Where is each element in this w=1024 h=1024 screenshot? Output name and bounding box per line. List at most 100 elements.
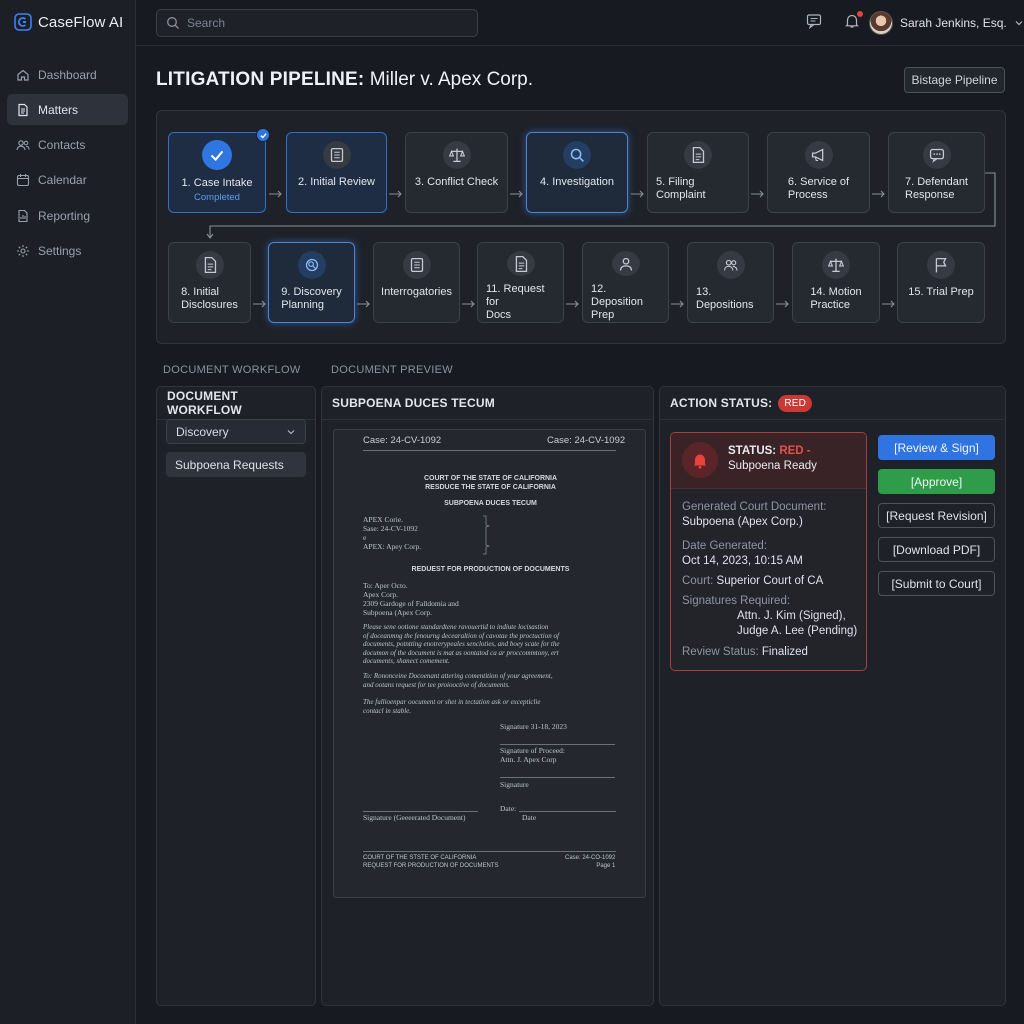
action-header-label: ACTION STATUS:	[670, 396, 773, 410]
workflow-category-select[interactable]: Discovery	[166, 419, 306, 444]
flow-arrow-icon	[357, 300, 370, 308]
pipeline-stage-12[interactable]: 12. Deposition Prep	[582, 242, 669, 323]
flow-arrow-icon	[776, 300, 789, 308]
submit-to-court-button[interactable]: [Submit to Court]	[878, 571, 995, 596]
doc-paragraph-1: Please sene ootione standardtene ravouer…	[363, 623, 560, 665]
calendar-icon	[16, 174, 30, 187]
doc-rule	[500, 777, 615, 778]
flow-arrow-icon	[252, 300, 266, 308]
signature-2: Judge A. Lee (Pending)	[737, 625, 858, 637]
doc-date-label: Date:	[500, 804, 517, 813]
user-menu[interactable]: Sarah Jenkins, Esq.	[869, 11, 1024, 35]
action-panel: ACTION STATUS: RED STATUS: RED - Subpoen…	[659, 386, 1006, 1006]
flow-arrow-icon	[461, 300, 475, 308]
chevron-down-icon	[287, 429, 295, 434]
doc-signature-generated: Signature (Geeeerated Document)	[363, 813, 466, 822]
app-logo[interactable]: CaseFlow AI	[14, 13, 123, 31]
date-generated-field: Date Generated: Oct 14, 2023, 10:15 AM	[682, 539, 803, 569]
workflow-item-subpoena-requests[interactable]: Subpoena Requests	[166, 452, 306, 477]
page-title-matter: Miller v. Apex Corp.	[369, 69, 534, 90]
pipeline-stage-10[interactable]: Interrogatories	[373, 242, 460, 323]
messages-icon[interactable]	[806, 13, 822, 29]
approve-button[interactable]: [Approve]	[878, 469, 995, 494]
scales-icon	[822, 251, 850, 279]
generated-document-field: Generated Court Document: Subpoena (Apex…	[682, 500, 826, 530]
field-label: Court:	[682, 575, 714, 587]
sidebar-item-dashboard[interactable]: Dashboard	[7, 59, 128, 90]
alert-bell-icon	[682, 442, 718, 478]
request-revision-button[interactable]: [Request Revision]	[878, 503, 995, 528]
doc-title: SUBPOENA DUCES TECUM	[444, 500, 537, 507]
app-name: CaseFlow AI	[38, 13, 124, 31]
field-value: Finalized	[761, 646, 808, 658]
sidebar-item-reporting[interactable]: Reporting	[7, 200, 128, 231]
pipeline-stage-11[interactable]: 11. Request for Docs	[477, 242, 564, 323]
person-icon	[611, 251, 640, 276]
pipeline-stage-8[interactable]: 8. Initial Disclosures	[168, 242, 251, 323]
status-prefix: STATUS:	[728, 445, 777, 457]
status-card-header: STATUS: RED - Subpoena Ready	[671, 433, 866, 489]
discovery-icon	[297, 251, 326, 279]
page-title-bold: LITIGATION PIPELINE:	[156, 69, 365, 90]
sidebar-item-calendar[interactable]: Calendar	[7, 165, 128, 196]
workflow-panel: DOCUMENT WORKFLOW Discovery Subpoena Req…	[156, 386, 316, 1006]
top-icons	[806, 11, 863, 29]
notification-dot	[857, 11, 863, 17]
field-value: Superior Court of CA	[716, 575, 824, 587]
doc-paragraph-2: To: Rononceine Docoenant attering coment…	[363, 672, 553, 689]
stage-label: Interrogatories	[381, 286, 452, 298]
top-bar: Sarah Jenkins, Esq.	[136, 0, 1024, 46]
stage-label: 9. Discovery Planning	[281, 286, 342, 311]
doc-case-left: Case: 24-CV-1092	[363, 435, 442, 446]
pipeline-stage-14[interactable]: 14. Motion Practice	[792, 242, 880, 323]
stage-label: 15. Trial Prep	[908, 286, 974, 298]
preview-header: SUBPOENA DUCES TECUM	[322, 387, 653, 420]
status-badge: RED	[778, 394, 813, 412]
doc-footer-right: Case: 24-CO-1092 Page 1	[565, 855, 616, 869]
users-icon	[716, 251, 745, 279]
status-card: STATUS: RED - Subpoena Ready Generated C…	[670, 432, 867, 671]
pipeline-view-button[interactable]: Bistage Pipeline	[904, 67, 1005, 93]
sidebar-item-label: Dashboard	[38, 67, 97, 82]
pipeline-stage-15[interactable]: 15. Trial Prep	[897, 242, 985, 323]
avatar	[869, 11, 893, 35]
file-icon	[195, 251, 224, 279]
pipeline-stage-13[interactable]: 13. Depositions	[687, 242, 774, 323]
signatures-field: Signatures Required: Attn. J. Kim (Signe…	[682, 594, 857, 639]
search-icon	[167, 17, 179, 29]
doc-signature-date: Signature 31-18, 2023	[500, 722, 567, 731]
field-value: Oct 14, 2023, 10:15 AM	[682, 555, 803, 567]
doc-paragraph-3: The fullioenpar oocument or shet in tect…	[363, 698, 541, 715]
document-icon	[18, 103, 28, 116]
status-title: STATUS: RED - Subpoena Ready	[728, 444, 817, 474]
stage-label: 12. Deposition Prep	[591, 283, 643, 321]
doc-court-line-1: COURT OF THE STATE OF CALIFORNIA	[423, 475, 558, 482]
users-icon	[16, 140, 30, 151]
document-page[interactable]: Case: 24-CV-1092 Case: 24-CV-1092 COURT …	[333, 429, 646, 898]
field-label: Generated Court Document:	[682, 501, 827, 513]
notifications[interactable]	[844, 11, 863, 29]
flag-icon	[927, 251, 955, 279]
signature-1: Attn. J. Kim (Signed),	[737, 610, 846, 622]
pipeline-stage-9[interactable]: 9. Discovery Planning	[268, 242, 355, 323]
action-header: ACTION STATUS: RED	[660, 387, 1005, 420]
search-box[interactable]	[156, 9, 478, 37]
user-name: Sarah Jenkins, Esq.	[900, 16, 1007, 30]
doc-court-line-2: RESDUCE THE STATE OF CALIFORNIA	[425, 484, 556, 491]
download-pdf-button[interactable]: [Download PDF]	[878, 537, 995, 562]
sidebar-item-matters[interactable]: Matters	[7, 94, 128, 126]
stage-label: 11. Request for Docs	[486, 283, 545, 321]
review-sign-button[interactable]: [Review & Sign]	[878, 435, 995, 460]
sidebar-item-label: Calendar	[38, 173, 87, 188]
doc-footer-left: COURT OF THE STSTE OF CALIFORNIA REQUEST…	[363, 855, 499, 869]
field-label: Signatures Required:	[682, 595, 791, 607]
pipeline-panel: 1. Case Intake Completed 2. Initial Review…	[156, 110, 1006, 344]
status-red: RED -	[779, 445, 811, 457]
sidebar-item-settings[interactable]: Settings	[7, 235, 128, 266]
flow-arrow-icon	[566, 300, 579, 308]
doc-rule	[500, 744, 615, 745]
doc-signature-label: Signature	[500, 780, 529, 789]
sidebar-item-contacts[interactable]: Contacts	[7, 130, 128, 161]
field-label: Review Status:	[682, 646, 759, 658]
search-input[interactable]	[187, 16, 457, 30]
